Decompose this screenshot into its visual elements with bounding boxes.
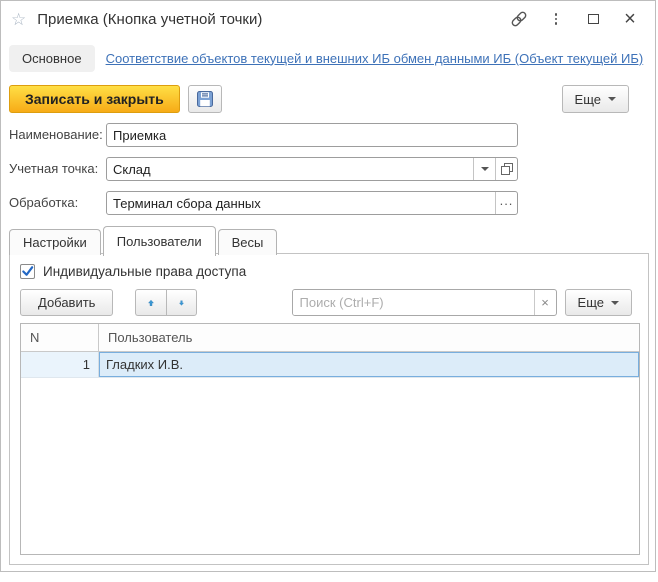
individual-rights-checkbox-row[interactable]: Индивидуальные права доступа (20, 264, 246, 279)
point-open-button[interactable] (495, 158, 517, 180)
chevron-down-icon (608, 97, 616, 101)
users-panel: Индивидуальные права доступа Добавить × (9, 253, 649, 565)
command-bar: Записать и закрыть Еще (9, 85, 629, 113)
add-button[interactable]: Добавить (20, 289, 113, 316)
processing-label: Обработка: (9, 191, 78, 215)
tab-users-label: Пользователи (117, 234, 202, 249)
save-and-close-button[interactable]: Записать и закрыть (9, 85, 180, 113)
more-button-panel-label: Еще (578, 295, 604, 310)
more-menu-icon[interactable] (547, 10, 565, 28)
tab-settings[interactable]: Настройки (9, 229, 101, 255)
row-user-cell[interactable]: Гладких И.В. (99, 352, 639, 377)
title-bar: ☆ Приемка (Кнопка учетной точки) × (1, 1, 655, 37)
point-row: Учетная точка: (9, 157, 647, 181)
users-table: N Пользователь 1 Гладких И.В. (20, 323, 640, 555)
chevron-down-icon (481, 167, 489, 171)
move-up-button[interactable] (135, 289, 166, 316)
window: ☆ Приемка (Кнопка учетной точки) × (0, 0, 656, 572)
individual-rights-label: Индивидуальные права доступа (43, 264, 246, 279)
floppy-icon (197, 91, 213, 107)
search-clear-icon[interactable]: × (534, 290, 556, 315)
column-header-n[interactable]: N (21, 324, 99, 351)
point-input[interactable] (107, 158, 473, 180)
window-title: Приемка (Кнопка учетной точки) (37, 11, 262, 28)
save-button[interactable] (188, 85, 222, 113)
column-header-user[interactable]: Пользователь (99, 324, 639, 351)
row-number-cell[interactable]: 1 (21, 352, 99, 377)
maximize-icon[interactable] (584, 10, 602, 28)
arrow-up-icon (148, 296, 154, 310)
name-label: Наименование: (9, 123, 103, 147)
more-button-top-label: Еще (575, 92, 601, 107)
tab-scales[interactable]: Весы (218, 229, 278, 255)
name-field-wrap (106, 123, 518, 147)
more-button-panel[interactable]: Еще (565, 289, 632, 316)
processing-choose-button[interactable]: ... (495, 192, 517, 214)
nav-bar: Основное Соответствие объектов текущей и… (9, 43, 647, 73)
users-toolbar: Добавить × Еще (20, 289, 632, 316)
arrow-down-icon (179, 296, 184, 310)
processing-input[interactable] (107, 192, 495, 214)
move-down-button[interactable] (166, 289, 197, 316)
tab-scales-label: Весы (232, 235, 264, 250)
search-field-wrap: × (292, 289, 557, 316)
reorder-buttons (135, 289, 197, 316)
point-dropdown-button[interactable] (473, 158, 495, 180)
point-label: Учетная точка: (9, 157, 98, 181)
name-input[interactable] (107, 124, 517, 146)
tab-users[interactable]: Пользователи (103, 226, 216, 256)
tab-settings-label: Настройки (23, 235, 87, 250)
processing-field-wrap: ... (106, 191, 518, 215)
favorite-star-icon[interactable]: ☆ (11, 11, 26, 28)
name-row: Наименование: (9, 123, 647, 147)
get-link-icon[interactable] (510, 10, 528, 28)
nav-correspondence-link[interactable]: Соответствие объектов текущей и внешних … (106, 51, 644, 66)
chevron-down-icon (611, 301, 619, 305)
close-icon[interactable]: × (621, 10, 639, 28)
users-table-header: N Пользователь (21, 324, 639, 352)
more-button-top[interactable]: Еще (562, 85, 629, 113)
checkbox-checked-icon[interactable] (20, 264, 35, 279)
search-input[interactable] (293, 290, 534, 315)
point-field-wrap (106, 157, 518, 181)
table-row[interactable]: 1 Гладких И.В. (21, 352, 639, 378)
open-squares-icon (500, 162, 514, 176)
nav-main-tab[interactable]: Основное (9, 45, 95, 72)
tab-strip: Настройки Пользователи Весы (9, 226, 279, 255)
processing-row: Обработка: ... (9, 191, 647, 215)
